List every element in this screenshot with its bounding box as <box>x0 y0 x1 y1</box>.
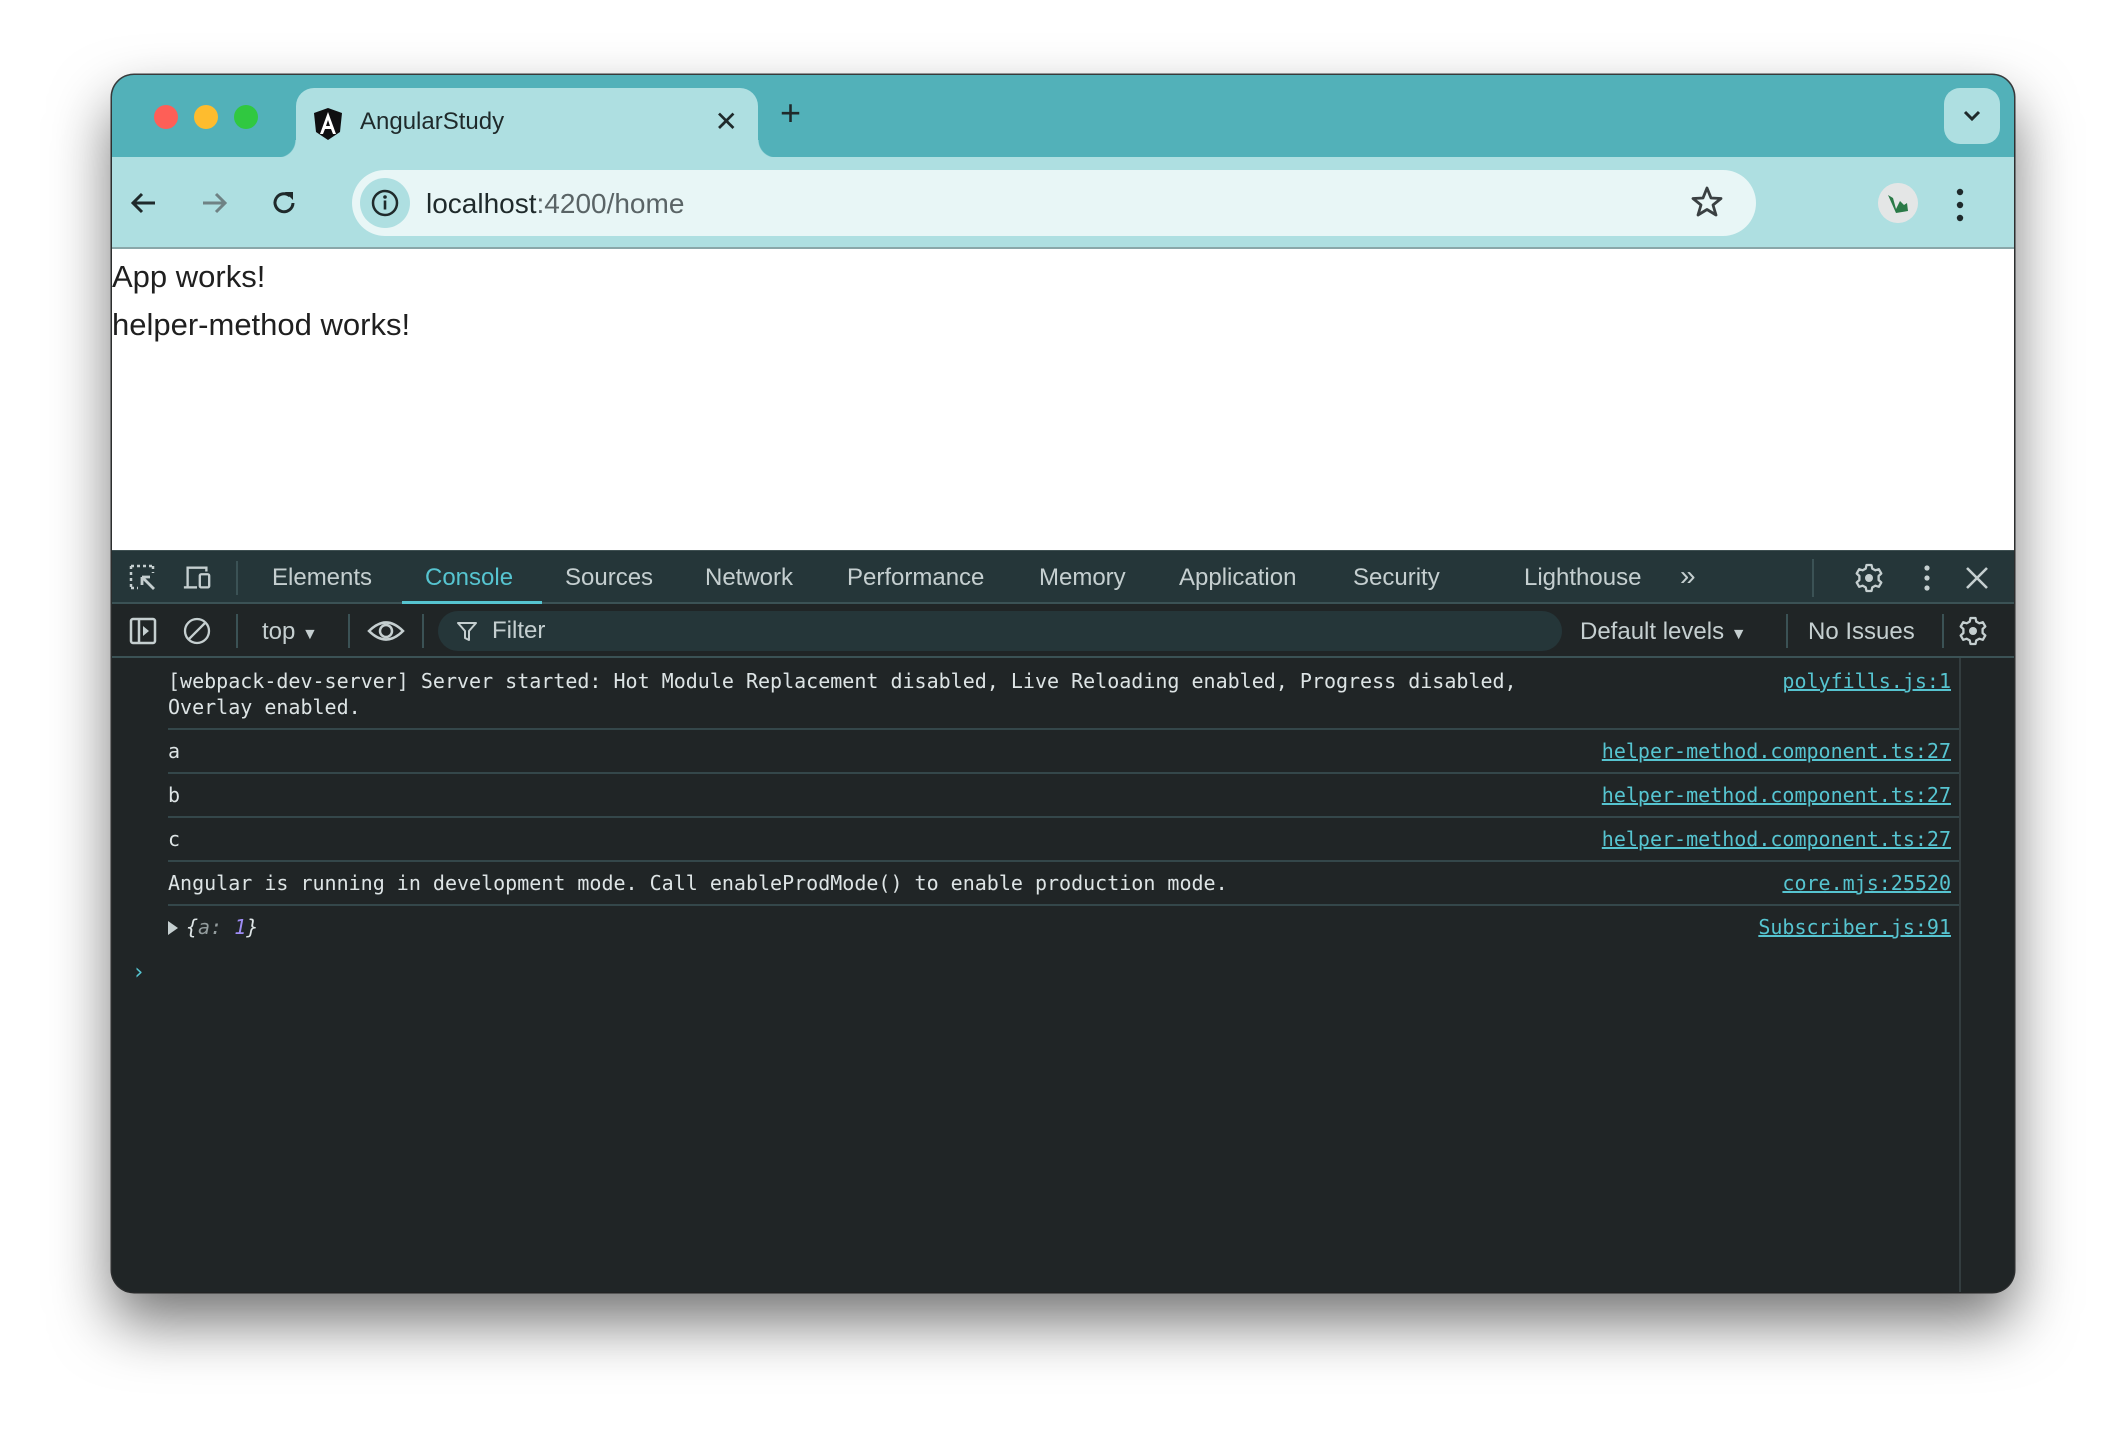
tab-sources[interactable]: Sources <box>565 564 653 592</box>
new-tab-button[interactable]: + <box>780 93 801 133</box>
tab-lighthouse[interactable]: Lighthouse <box>1524 564 1641 592</box>
log-levels-dropdown[interactable]: Default levels ▼ <box>1580 618 1747 646</box>
source-link[interactable]: helper-method.component.ts:27 <box>1602 826 1951 852</box>
separator <box>422 614 424 648</box>
tab-elements[interactable]: Elements <box>272 564 372 592</box>
bookmark-star-icon[interactable] <box>1690 185 1724 219</box>
separator <box>236 614 238 648</box>
expand-triangle-icon[interactable] <box>168 921 178 935</box>
tab-performance[interactable]: Performance <box>847 564 984 592</box>
browser-menu-icon[interactable] <box>1948 187 1972 223</box>
info-icon <box>371 189 399 217</box>
dropdown-caret-icon: ▼ <box>1730 626 1747 643</box>
dropdown-caret-icon: ▼ <box>302 626 318 643</box>
url-host: localhost <box>426 188 537 219</box>
console-message: [webpack-dev-server] Server started: Hot… <box>168 660 1959 730</box>
object-sep: : <box>210 915 235 939</box>
separator <box>1812 559 1814 597</box>
browser-tab[interactable]: AngularStudy ✕ <box>278 88 776 158</box>
tab-security[interactable]: Security <box>1353 564 1440 592</box>
live-expression-eye-icon[interactable] <box>366 616 406 646</box>
url-text[interactable]: localhost:4200/home <box>426 188 684 220</box>
angular-logo-icon <box>314 108 342 140</box>
console-message: {a: 1} Subscriber.js:91 <box>158 906 1959 948</box>
tab-console[interactable]: Console <box>425 564 513 592</box>
filter-funnel-icon <box>457 622 477 641</box>
site-info-button[interactable] <box>360 178 410 228</box>
source-link[interactable]: helper-method.component.ts:27 <box>1602 782 1951 808</box>
message-text: [webpack-dev-server] Server started: Hot… <box>168 669 1517 719</box>
source-link[interactable]: polyfills.js:1 <box>1782 668 1951 694</box>
context-value: top <box>262 618 296 645</box>
minimize-window-button[interactable] <box>194 105 218 129</box>
source-link[interactable]: core.mjs:25520 <box>1782 870 1951 896</box>
tab-title: AngularStudy <box>360 108 505 135</box>
message-text: Angular is running in development mode. … <box>168 871 1228 895</box>
profile-avatar[interactable] <box>1878 183 1918 223</box>
console-filter[interactable] <box>438 611 1562 651</box>
console-prompt-icon[interactable]: › <box>132 960 145 985</box>
console-output: [webpack-dev-server] Server started: Hot… <box>112 660 1959 1292</box>
reload-icon <box>273 192 295 214</box>
tab-memory[interactable]: Memory <box>1039 564 1126 592</box>
forward-button[interactable] <box>192 181 236 225</box>
url-path: :4200/home <box>536 188 685 219</box>
object-preview[interactable]: {a: 1} <box>158 914 1959 940</box>
console-toolbar: top ▼ Default levels ▼ No Issues <box>112 604 2014 658</box>
devtools-panel: Elements Console Sources Network Perform… <box>112 550 2014 1292</box>
page-viewport: App works! helper-method works! <box>112 249 2014 550</box>
console-message: Angular is running in development mode. … <box>168 862 1959 906</box>
tab-network[interactable]: Network <box>705 564 793 592</box>
address-bar[interactable]: localhost:4200/home <box>352 170 1756 236</box>
arrow-left-icon <box>130 192 155 214</box>
sidebar-toggle-icon[interactable] <box>128 616 158 646</box>
devtools-menu-icon[interactable] <box>1912 563 1942 593</box>
chevron-down-icon <box>1963 110 1981 122</box>
console-message: c helper-method.component.ts:27 <box>168 818 1959 862</box>
object-value: 1 <box>234 915 247 939</box>
close-devtools-icon[interactable] <box>1962 563 1992 593</box>
brace: } <box>246 915 259 939</box>
browser-window: AngularStudy ✕ + localhost:4200/home App… <box>112 75 2014 1292</box>
zoom-window-button[interactable] <box>234 105 258 129</box>
app-works-text: App works! <box>112 259 266 294</box>
context-selector[interactable]: top ▼ <box>262 618 318 646</box>
console-message: a helper-method.component.ts:27 <box>168 730 1959 774</box>
console-scrollbar[interactable] <box>1959 658 2014 1292</box>
browser-toolbar: localhost:4200/home <box>112 157 2014 249</box>
log-levels-value: Default levels <box>1580 618 1725 645</box>
source-link[interactable]: Subscriber.js:91 <box>1758 914 1951 940</box>
device-toolbar-icon[interactable] <box>182 563 212 593</box>
dinosaur-avatar-icon <box>1878 183 1918 223</box>
separator <box>1942 614 1944 648</box>
settings-gear-icon[interactable] <box>1854 563 1884 593</box>
tab-application[interactable]: Application <box>1179 564 1296 592</box>
more-tabs-button[interactable]: » <box>1680 560 1696 592</box>
close-window-button[interactable] <box>154 105 178 129</box>
separator <box>348 614 350 648</box>
issues-button[interactable]: No Issues <box>1808 618 1915 646</box>
separator <box>236 561 238 595</box>
helper-method-works-text: helper-method works! <box>112 307 411 342</box>
devtools-tab-bar: Elements Console Sources Network Perform… <box>112 550 2014 605</box>
back-button[interactable] <box>122 181 166 225</box>
filter-input[interactable] <box>492 615 1542 647</box>
tab-close-icon[interactable]: ✕ <box>715 106 738 138</box>
separator <box>1786 614 1788 648</box>
tab-search-button[interactable] <box>1944 88 2000 144</box>
tab-strip: AngularStudy ✕ + <box>112 75 2014 158</box>
console-settings-gear-icon[interactable] <box>1958 616 1988 646</box>
inspect-element-icon[interactable] <box>128 563 158 593</box>
brace: { <box>186 915 199 939</box>
object-key: a <box>198 915 211 939</box>
console-message: b helper-method.component.ts:27 <box>168 774 1959 818</box>
reload-button[interactable] <box>262 181 306 225</box>
clear-console-icon[interactable] <box>182 616 212 646</box>
arrow-right-icon <box>203 192 228 214</box>
source-link[interactable]: helper-method.component.ts:27 <box>1602 738 1951 764</box>
